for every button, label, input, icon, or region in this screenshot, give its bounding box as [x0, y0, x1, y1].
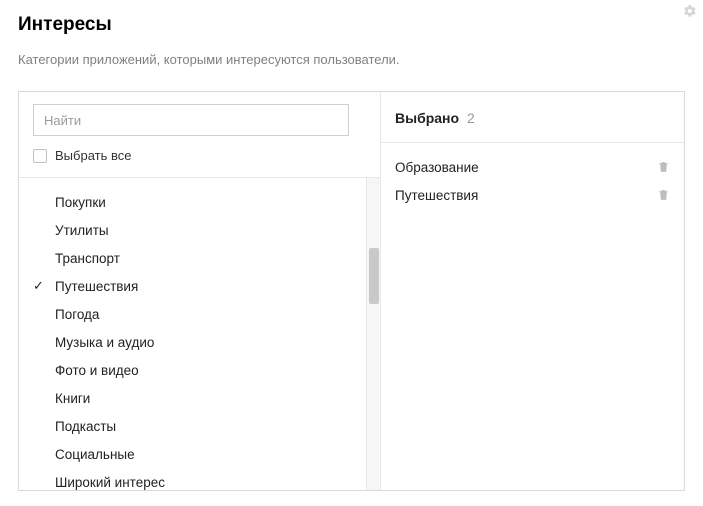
category-item[interactable]: Покупки	[19, 188, 380, 216]
selected-item: Образование	[381, 153, 684, 181]
scrollbar-track[interactable]	[366, 178, 380, 490]
select-all-checkbox[interactable]	[33, 149, 47, 163]
category-item[interactable]: Транспорт	[19, 244, 380, 272]
category-label: Подкасты	[55, 419, 116, 434]
category-label: Покупки	[55, 195, 106, 210]
category-label: Широкий интерес	[55, 475, 165, 490]
category-item[interactable]: Книги	[19, 384, 380, 412]
trash-icon[interactable]	[657, 188, 670, 202]
selected-list: Образование Путешествия	[381, 143, 684, 219]
category-item[interactable]: Музыка и аудио	[19, 328, 380, 356]
category-item[interactable]: Подкасты	[19, 412, 380, 440]
select-all-label: Выбрать все	[55, 148, 131, 163]
selected-item-label: Образование	[395, 160, 657, 175]
category-item[interactable]: Широкий интерес	[19, 468, 380, 490]
category-label: Утилиты	[55, 223, 109, 238]
select-all-row[interactable]: Выбрать все	[19, 148, 380, 178]
selected-column: Выбрано 2 Образование Путешествия	[381, 92, 684, 490]
selected-item-label: Путешествия	[395, 188, 657, 203]
checkmark-icon: ✓	[33, 278, 55, 294]
category-label: Транспорт	[55, 251, 120, 266]
trash-icon[interactable]	[657, 160, 670, 174]
gear-icon[interactable]	[683, 4, 697, 18]
interests-panel: Выбрать все ПокупкиУтилитыТранспорт✓Путе…	[18, 91, 685, 491]
category-item[interactable]: Фото и видео	[19, 356, 380, 384]
category-label: Фото и видео	[55, 363, 139, 378]
available-column: Выбрать все ПокупкиУтилитыТранспорт✓Путе…	[19, 92, 381, 490]
category-item[interactable]: ✓Путешествия	[19, 272, 380, 300]
search-input[interactable]	[33, 104, 349, 136]
scrollbar-thumb[interactable]	[369, 248, 379, 304]
selected-label: Выбрано	[395, 110, 459, 126]
category-item[interactable]: Погода	[19, 300, 380, 328]
page-title: Интересы	[18, 14, 685, 36]
category-label: Музыка и аудио	[55, 335, 154, 350]
category-item[interactable]: Утилиты	[19, 216, 380, 244]
selected-header: Выбрано 2	[381, 92, 684, 143]
category-item[interactable]: Социальные	[19, 440, 380, 468]
category-label: Путешествия	[55, 279, 138, 294]
category-list: ПокупкиУтилитыТранспорт✓ПутешествияПогод…	[19, 178, 380, 490]
category-label: Погода	[55, 307, 99, 322]
selected-item: Путешествия	[381, 181, 684, 209]
selected-count: 2	[467, 110, 475, 126]
page-subtitle: Категории приложений, которыми интересую…	[18, 52, 685, 67]
category-label: Социальные	[55, 447, 135, 462]
category-label: Книги	[55, 391, 90, 406]
